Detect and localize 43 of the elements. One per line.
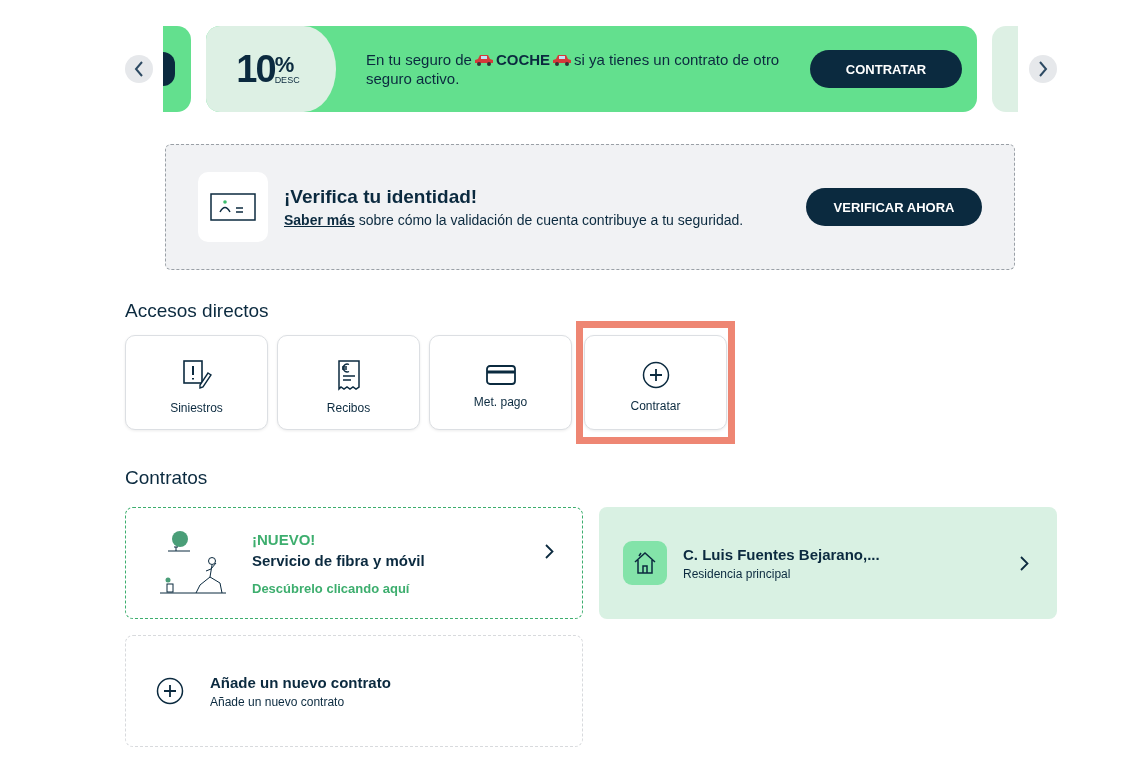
percent-sign: %: [274, 53, 296, 76]
verification-description: Saber más sobre cómo la validación de cuenta contribuye a tu seguridad.: [284, 212, 745, 228]
chevron-left-icon: [134, 61, 144, 77]
new-label: ¡NUEVO!: [252, 530, 317, 548]
previous-promo-card[interactable]: [163, 26, 191, 112]
section-title: Accesos directos: [125, 300, 270, 322]
section-title: Contratos: [125, 467, 209, 489]
add-contract-card[interactable]: Añade un nuevo contrato Añade un nuevo contrato: [125, 635, 583, 747]
previous-button[interactable]: [125, 55, 153, 83]
car-icon: [473, 54, 494, 66]
contract-title: C. Luis Fuentes Bejarano,...: [683, 545, 881, 563]
contract-title: Añade un nuevo contrato: [210, 673, 392, 691]
credit-card-icon: [485, 364, 516, 385]
contract-subtitle: Añade un nuevo contrato: [210, 694, 346, 709]
fiber-promo-card[interactable]: ¡NUEVO! Servicio de fibra y móvil Descúbrelo clicando aquí: [125, 507, 583, 619]
id-card-icon: [198, 172, 268, 242]
shortcut-tile[interactable]: Recibos: [277, 335, 420, 430]
shortcut-tile[interactable]: Met. pago: [429, 335, 572, 430]
promo-text: En tu seguro de: [366, 51, 472, 68]
add-icon: [641, 360, 670, 389]
next-button[interactable]: [1029, 55, 1057, 83]
claim-document-icon: [181, 358, 212, 391]
verify-now-button[interactable]: VERIFICAR AHORA: [806, 188, 982, 226]
chevron-right-icon: [1020, 555, 1029, 571]
contract-button[interactable]: CONTRATAR: [810, 50, 962, 88]
house-icon: [623, 541, 667, 585]
discount-value: 10: [236, 47, 275, 91]
promo-text: si ya tienes un contrato de otro: [574, 51, 780, 68]
car-icon: [552, 54, 573, 66]
product-name: COCHE: [495, 51, 551, 68]
contract-title: Servicio de fibra y móvil: [252, 551, 426, 569]
shortcut-tile[interactable]: Contratar: [584, 335, 727, 430]
chevron-right-icon: [545, 544, 554, 559]
shortcut-tile[interactable]: Siniestros: [125, 335, 268, 430]
contract-subtitle: Residencia principal: [683, 566, 792, 581]
contract-card[interactable]: C. Luis Fuentes Bejarano,... Residencia principal: [599, 507, 1057, 619]
learn-more-link[interactable]: Saber más: [284, 212, 355, 228]
receipt-icon: [336, 358, 361, 391]
promo-text: seguro activo.: [366, 70, 460, 87]
discount-label: DESC: [274, 75, 300, 85]
add-icon: [156, 677, 184, 705]
verification-title: ¡Verifica tu identidad!: [284, 186, 479, 208]
chevron-right-icon: [1038, 61, 1048, 77]
